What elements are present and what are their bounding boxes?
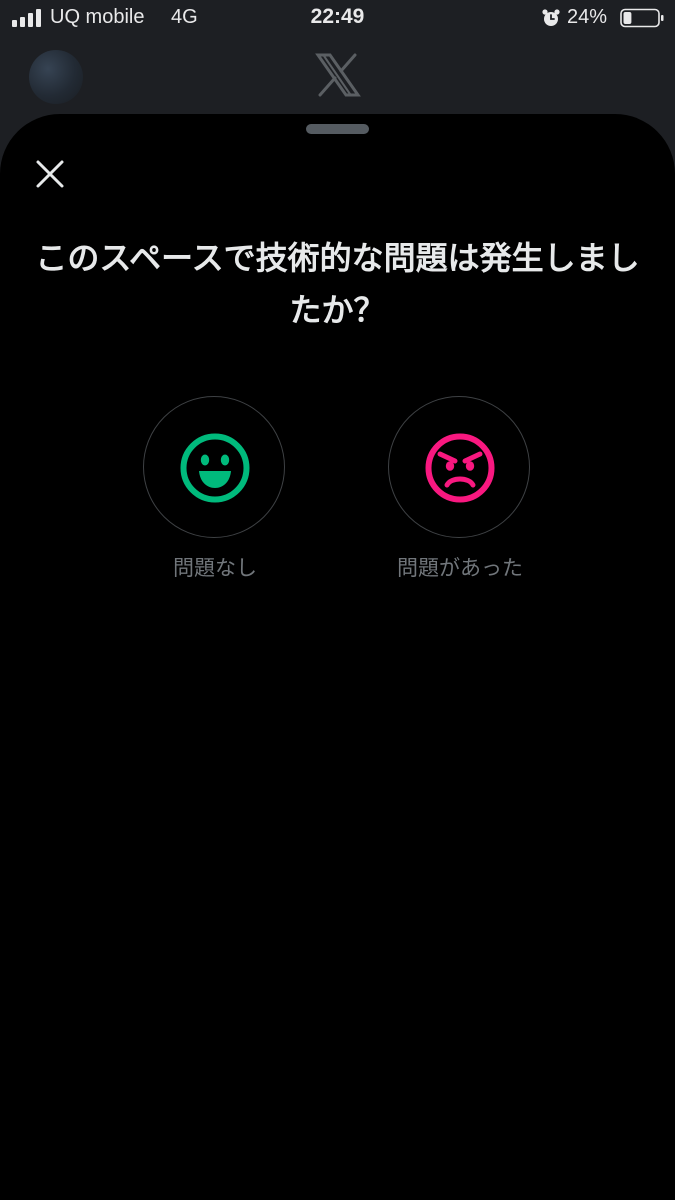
x-logo-icon — [315, 53, 361, 97]
smiley-face-icon — [180, 433, 250, 503]
close-icon[interactable] — [24, 148, 76, 200]
angry-face-icon — [425, 433, 495, 503]
profile-avatar[interactable] — [29, 50, 83, 104]
sheet-grabber-handle[interactable] — [306, 124, 369, 134]
battery-icon — [620, 8, 664, 28]
no-issue-option[interactable]: 問題なし — [115, 396, 315, 586]
had-issue-option[interactable]: 問題があった — [360, 396, 560, 586]
had-issue-label: 問題があった — [397, 556, 523, 580]
sheet-title: このスペースで技術的な問題は発生しましたか？ — [35, 239, 640, 329]
no-issue-label: 問題なし — [173, 556, 257, 580]
screen: UQ mobile 4G 22:49 24% このスペースで技術的な問題は発生し… — [0, 0, 675, 1200]
no-issue-button[interactable] — [143, 396, 285, 538]
alarm-clock-icon — [542, 9, 560, 26]
battery-percentage: 24% — [567, 6, 608, 28]
status-bar: UQ mobile 4G 22:49 24% — [0, 0, 675, 38]
had-issue-button[interactable] — [388, 396, 530, 538]
feedback-bottom-sheet: このスペースで技術的な問題は発生しましたか？ 問題なし 問題があった — [0, 114, 675, 1200]
